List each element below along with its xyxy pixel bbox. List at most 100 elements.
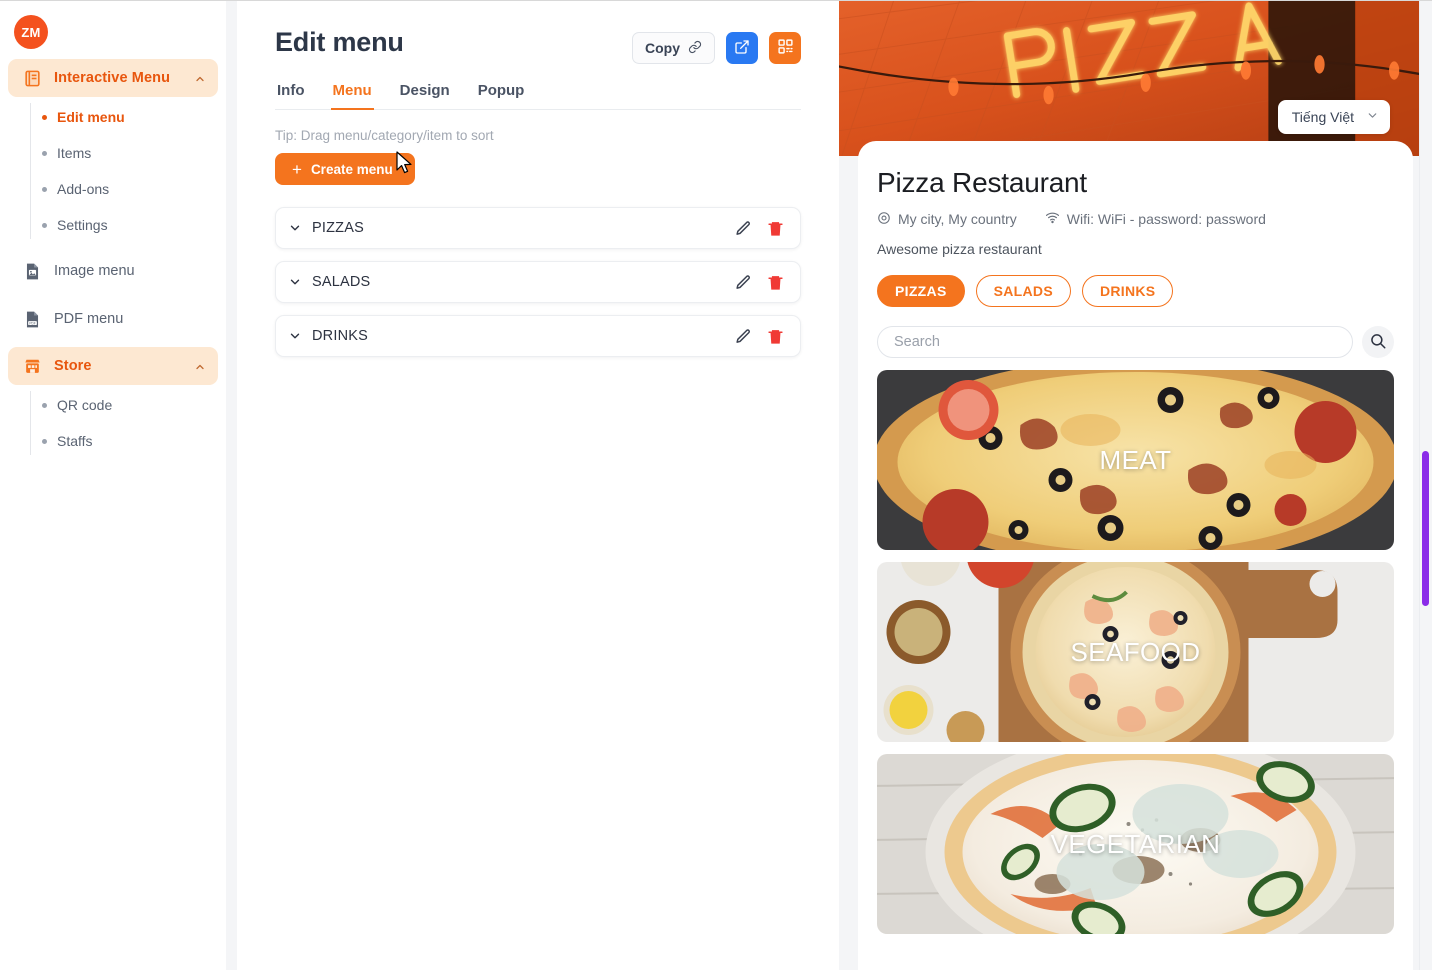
tab-design[interactable]: Design: [398, 78, 452, 110]
sidebar-item-pdf-menu[interactable]: PDF PDF menu: [8, 295, 218, 343]
language-selector-label: Tiếng Việt: [1291, 109, 1354, 125]
sidebar-item-settings[interactable]: Settings: [30, 207, 218, 243]
open-preview-button[interactable]: [726, 32, 758, 64]
menu-row-name: SALADS: [312, 274, 371, 290]
external-link-icon: [734, 39, 750, 58]
search-button[interactable]: [1362, 326, 1394, 358]
sidebar-item-label: Image menu: [54, 263, 135, 279]
qr-code-icon: [777, 38, 794, 58]
sidebar-item-label: Staffs: [57, 433, 93, 449]
sidebar-group-interactive-menu[interactable]: Interactive Menu: [8, 59, 218, 97]
menu-card-label: VEGETARIAN: [1050, 828, 1221, 859]
sidebar-item-qr-code[interactable]: QR code: [30, 387, 218, 423]
wifi-text: Wifi: WiFi - password: password: [1066, 211, 1266, 227]
editor-header: Edit menu Copy: [275, 27, 801, 64]
map-pin-icon: [877, 211, 891, 228]
pdf-file-icon: PDF: [22, 309, 42, 329]
tab-popup[interactable]: Popup: [476, 78, 527, 110]
restaurant-meta-row: My city, My country Wifi: WiFi - passwor…: [877, 210, 1394, 228]
bullet-icon: [42, 150, 47, 156]
menu-card-vegetarian[interactable]: VEGETARIAN: [877, 754, 1394, 934]
category-pill-salads[interactable]: SALADS: [975, 275, 1071, 307]
chevron-up-icon[interactable]: [194, 72, 206, 84]
menu-card-label: SEAFOOD: [1070, 636, 1201, 667]
search-row: [877, 326, 1394, 358]
menu-row-pizzas[interactable]: PIZZAS: [275, 207, 801, 249]
menu-row-name: DRINKS: [312, 328, 368, 344]
restaurant-description: Awesome pizza restaurant: [877, 241, 1042, 257]
chevron-down-icon[interactable]: [288, 221, 302, 235]
wifi-meta: Wifi: WiFi - password: password: [1045, 210, 1266, 228]
page-scrollbar-thumb[interactable]: [1422, 451, 1429, 606]
location-meta: My city, My country: [877, 211, 1017, 228]
sidebar-nav: Interactive Menu Edit menu Items Add-ons: [0, 59, 226, 459]
sidebar-item-add-ons[interactable]: Add-ons: [30, 171, 218, 207]
pencil-icon[interactable]: [732, 271, 754, 293]
hero-banner: Tiếng Việt: [839, 1, 1432, 156]
menu-category-list: PIZZAS SALADS DRINKS: [275, 207, 801, 357]
qr-code-button[interactable]: [769, 32, 801, 64]
pencil-icon[interactable]: [732, 325, 754, 347]
bullet-icon: [42, 186, 47, 192]
bullet-icon: [42, 438, 47, 444]
tab-info[interactable]: Info: [275, 78, 307, 110]
link-icon: [688, 40, 702, 57]
menu-item-cards: MEAT SEAFOOD VEGETARIAN: [877, 370, 1394, 934]
tab-menu[interactable]: Menu: [330, 78, 374, 110]
language-selector[interactable]: Tiếng Việt: [1277, 100, 1390, 134]
sidebar-item-label: QR code: [57, 397, 113, 413]
trash-icon[interactable]: [764, 217, 786, 239]
sidebar-item-label: PDF menu: [54, 311, 124, 327]
sidebar-item-items[interactable]: Items: [30, 135, 218, 171]
sidebar-item-edit-menu[interactable]: Edit menu: [30, 99, 218, 135]
trash-icon[interactable]: [764, 271, 786, 293]
sidebar-item-label: Settings: [57, 217, 108, 233]
pencil-icon[interactable]: [732, 217, 754, 239]
bullet-icon: [42, 402, 47, 408]
category-pill-drinks[interactable]: DRINKS: [1081, 275, 1174, 307]
sidebar-item-label: Items: [57, 145, 92, 161]
create-menu-label: Create menu: [310, 161, 393, 177]
chevron-down-icon[interactable]: [288, 329, 302, 343]
bullet-icon: [42, 114, 47, 120]
copy-button-label: Copy: [645, 40, 680, 56]
book-icon: [22, 68, 42, 88]
menu-card-label: MEAT: [1099, 444, 1172, 475]
menu-row-salads[interactable]: SALADS: [275, 261, 801, 303]
menu-row-drinks[interactable]: DRINKS: [275, 315, 801, 357]
page-title: Edit menu: [275, 27, 404, 57]
location-text: My city, My country: [898, 211, 1017, 227]
editor-tabs: Info Menu Design Popup: [275, 78, 801, 110]
svg-text:PDF: PDF: [29, 321, 35, 325]
sidebar: ZM Interactive Menu Edit menu Items Add-…: [0, 1, 226, 970]
menu-preview-panel: Tiếng Việt Pizza Restaurant My city, My …: [839, 1, 1432, 970]
plus-icon: +: [292, 159, 302, 179]
search-icon: [1369, 332, 1387, 353]
app-logo[interactable]: ZM: [14, 15, 48, 49]
chevron-down-icon[interactable]: [288, 275, 302, 289]
sidebar-item-staffs[interactable]: Staffs: [30, 423, 218, 459]
chevron-up-icon[interactable]: [194, 360, 206, 372]
search-input[interactable]: [877, 326, 1353, 358]
menu-card-seafood[interactable]: SEAFOOD: [877, 562, 1394, 742]
sidebar-group-label: Store: [54, 358, 92, 374]
menu-card-meat[interactable]: MEAT: [877, 370, 1394, 550]
create-menu-button[interactable]: + Create menu: [275, 153, 415, 185]
copy-link-button[interactable]: Copy: [632, 32, 715, 64]
sidebar-subitems-interactive-menu: Edit menu Items Add-ons Settings: [8, 99, 218, 243]
preview-sheet: Pizza Restaurant My city, My country Wif…: [858, 141, 1413, 970]
logo-wrapper: ZM: [0, 1, 226, 59]
chevron-down-icon: [1366, 109, 1379, 125]
sidebar-item-label: Edit menu: [57, 109, 125, 125]
sidebar-group-store[interactable]: Store: [8, 347, 218, 385]
header-actions: Copy: [632, 27, 801, 64]
app-root: ZM Interactive Menu Edit menu Items Add-…: [0, 0, 1432, 970]
wifi-icon: [1045, 210, 1060, 228]
trash-icon[interactable]: [764, 325, 786, 347]
main-column: Edit menu Copy Info Menu Design Popup Ti…: [226, 1, 1432, 970]
drag-tip-text: Tip: Drag menu/category/item to sort: [275, 128, 494, 143]
sidebar-item-image-menu[interactable]: Image menu: [8, 247, 218, 295]
category-pill-pizzas[interactable]: PIZZAS: [877, 275, 965, 307]
sidebar-item-label: Add-ons: [57, 181, 110, 197]
restaurant-name: Pizza Restaurant: [877, 167, 1088, 198]
